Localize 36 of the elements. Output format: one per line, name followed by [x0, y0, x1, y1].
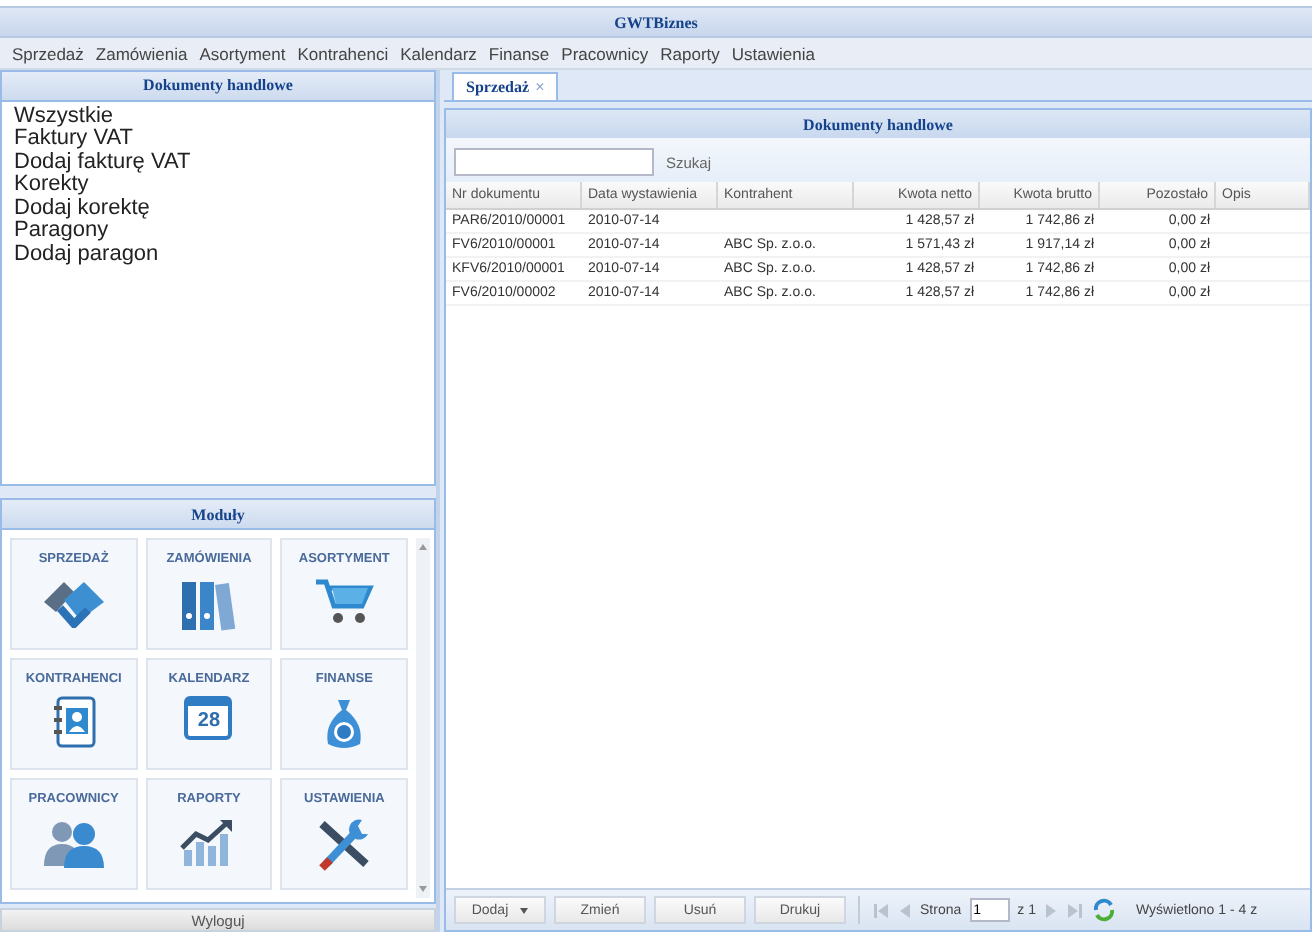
menu-item[interactable]: Ustawienia	[731, 43, 815, 63]
menu-item[interactable]: Pracownicy	[561, 43, 649, 63]
nav-link[interactable]: Dodaj paragon	[14, 243, 422, 267]
nav-link[interactable]: Wszystkie	[14, 105, 422, 129]
nav-link[interactable]: Dodaj korektę	[14, 197, 422, 221]
nav-link[interactable]: Paragony	[14, 220, 422, 244]
first-page-icon	[872, 901, 890, 919]
menu-item[interactable]: Zamówienia	[95, 43, 188, 63]
next-page-icon	[1043, 901, 1058, 919]
binders-icon	[178, 576, 239, 633]
tab[interactable]: Sprzedaż ×	[452, 72, 559, 100]
menu-item[interactable]: Sprzedaż	[12, 43, 84, 63]
money-bag-icon	[322, 696, 367, 753]
nav-link[interactable]: Faktury VAT	[14, 128, 422, 152]
panel-header: Dokumenty handlowe	[446, 110, 1310, 138]
panel-header: Moduły	[0, 498, 436, 531]
window-title: GWTBiznes	[614, 13, 698, 31]
last-page-icon	[1065, 901, 1084, 919]
shopping-cart-icon	[314, 576, 375, 629]
previous-page-icon	[898, 901, 912, 919]
menu-item[interactable]: Kontrahenci	[297, 43, 389, 63]
menu-item[interactable]: Finanse	[488, 43, 550, 63]
menu-item[interactable]: Kalendarz	[400, 43, 477, 63]
menu-item[interactable]: Asortyment	[199, 43, 286, 63]
panel-header: Dokumenty handlowe	[0, 70, 436, 102]
search-field[interactable]	[454, 148, 654, 176]
nav-link[interactable]: Dodaj fakturę VAT	[14, 151, 422, 175]
tab-label[interactable]: Sprzedaż	[466, 78, 530, 96]
address-book-icon	[51, 696, 96, 749]
scrollbar-icon	[416, 538, 430, 899]
menu-item[interactable]: Raporty	[660, 43, 720, 63]
people-icon	[39, 816, 108, 869]
calendar-date: 28	[197, 710, 221, 733]
refresh-icon	[1091, 898, 1116, 922]
caret-icon	[520, 907, 529, 913]
nav-link[interactable]: Korekty	[14, 174, 422, 198]
